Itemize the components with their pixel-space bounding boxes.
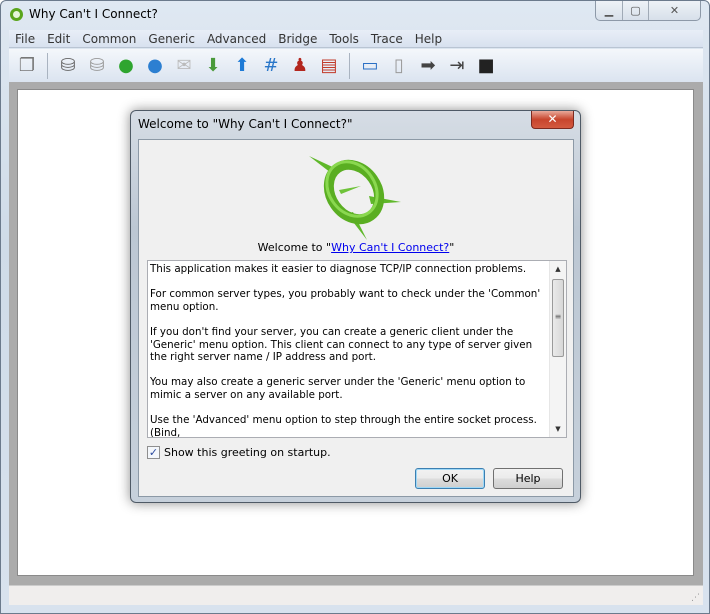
menu-advanced[interactable]: Advanced [201, 32, 272, 46]
welcome-prefix: Welcome to " [257, 241, 332, 254]
intro-textbox[interactable]: This application makes it easier to diag… [147, 260, 567, 438]
welcome-suffix: " [449, 241, 455, 254]
paragraph: You may also create a generic server und… [150, 376, 526, 401]
database-help-small-icon[interactable]: ⛁ [85, 54, 109, 78]
step-arrow-icon[interactable]: ➡ [416, 54, 440, 78]
window-title: Why Can't I Connect? [29, 7, 158, 21]
blue-globe-network-icon[interactable]: ● [143, 54, 167, 78]
green-globe-icon[interactable]: ● [114, 54, 138, 78]
menu-bar: File Edit Common Generic Advanced Bridge Tools… [9, 30, 703, 48]
welcome-heading: Welcome to "Why Can't I Connect?" [139, 241, 573, 254]
status-bar: ⋰ [9, 585, 703, 605]
send-mail-icon[interactable]: ⬆ [230, 54, 254, 78]
step-end-icon[interactable]: ⇥ [445, 54, 469, 78]
help-button[interactable]: Help [493, 468, 563, 489]
scroll-thumb[interactable]: ≡ [552, 279, 564, 357]
toolbar-separator [349, 52, 350, 79]
users-add-icon[interactable]: ♟ [288, 54, 312, 78]
show-greeting-checkbox[interactable]: ✓ [147, 446, 160, 459]
menu-file[interactable]: File [9, 32, 41, 46]
dialog-title: Welcome to "Why Can't I Connect?" [138, 117, 353, 131]
paragraph: For common server types, you probably wa… [150, 288, 541, 313]
windows-icon[interactable]: ❐ [15, 54, 39, 78]
menu-generic[interactable]: Generic [142, 32, 201, 46]
menu-trace[interactable]: Trace [365, 32, 409, 46]
paragraph: If you don't find your server, you can c… [150, 325, 533, 364]
app-link[interactable]: Why Can't I Connect? [331, 241, 449, 254]
app-icon [10, 8, 23, 21]
books-icon[interactable]: ▤ [317, 54, 341, 78]
mail-icon[interactable]: ✉ [172, 54, 196, 78]
resize-grip-icon[interactable]: ⋰ [691, 593, 700, 603]
menu-edit[interactable]: Edit [41, 32, 76, 46]
database-help-icon[interactable]: ⛁ [56, 54, 80, 78]
menu-common[interactable]: Common [76, 32, 142, 46]
title-bar[interactable]: Why Can't I Connect? ▁ ▢ ✕ [1, 1, 709, 29]
stop-icon[interactable]: ■ [474, 54, 498, 78]
server-network-icon[interactable]: ▯ [387, 54, 411, 78]
vertical-scrollbar[interactable]: ▲ ≡ ▼ [549, 261, 566, 437]
toolbar-separator [47, 52, 48, 79]
ok-button[interactable]: OK [415, 468, 485, 489]
computer-network-icon[interactable]: ▭ [358, 54, 382, 78]
scroll-up-icon[interactable]: ▲ [550, 261, 566, 277]
maximize-button[interactable]: ▢ [622, 1, 648, 20]
close-button[interactable]: ✕ [648, 1, 700, 20]
paragraph: This application makes it easier to diag… [150, 263, 527, 275]
show-greeting-option[interactable]: ✓ Show this greeting on startup. [147, 446, 331, 459]
show-greeting-label: Show this greeting on startup. [164, 446, 331, 459]
menu-tools[interactable]: Tools [323, 32, 365, 46]
toolbar: ❐ ⛁ ⛁ ● ● ✉ ⬇ ⬆ # ♟ ▤ ▭ ▯ ➡ ⇥ ■ [9, 49, 703, 82]
scroll-down-icon[interactable]: ▼ [550, 421, 566, 437]
hash-add-icon[interactable]: # [259, 54, 283, 78]
paragraph: Use the 'Advanced' menu option to step t… [150, 414, 537, 438]
minimize-button[interactable]: ▁ [596, 1, 622, 20]
menu-help[interactable]: Help [409, 32, 448, 46]
download-icon[interactable]: ⬇ [201, 54, 225, 78]
welcome-dialog: Welcome to "Why Can't I Connect?" ✕ Welc… [130, 110, 581, 503]
dialog-close-button[interactable]: ✕ [531, 111, 574, 129]
app-logo-icon [309, 156, 401, 240]
menu-bridge[interactable]: Bridge [272, 32, 323, 46]
